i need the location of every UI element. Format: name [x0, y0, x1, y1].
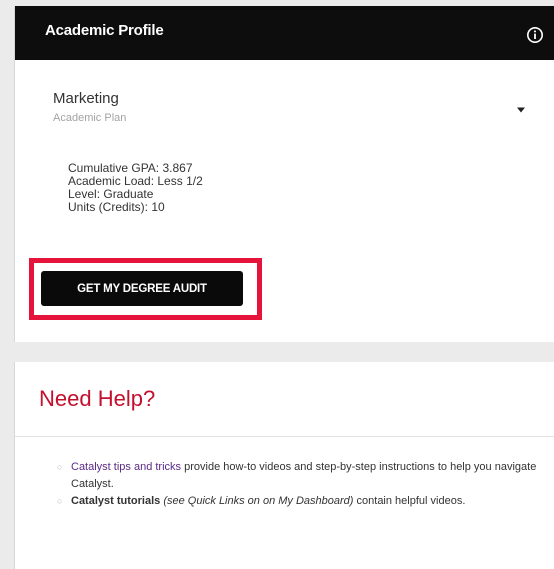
quick-links-note: (see Quick Links on on My Dashboard): [163, 495, 354, 507]
academic-profile-title: Academic Profile: [45, 22, 164, 39]
degree-audit-button[interactable]: GET MY DEGREE AUDIT: [41, 271, 243, 306]
need-help-title: Need Help?: [39, 386, 156, 411]
academic-plan-label: Academic Plan: [53, 112, 127, 124]
catalyst-tips-link[interactable]: Catalyst tips and tricks: [71, 461, 181, 473]
catalyst-tutorials-label: Catalyst tutorials: [71, 495, 161, 507]
bullet-icon: ○: [57, 462, 63, 472]
academic-profile-card: Academic Profile Marketing Academic Plan…: [14, 6, 554, 342]
academic-stats: Cumulative GPA: 3.867 Academic Load: Les…: [68, 162, 203, 214]
academic-plan-name: Marketing: [53, 90, 119, 107]
caret-down-icon[interactable]: [516, 100, 526, 113]
list-item-text: contain helpful videos.: [353, 495, 466, 507]
need-help-card: Need Help? ○ Catalyst tips and tricks pr…: [14, 362, 554, 569]
list-item: ○ Catalyst tips and tricks provide how-t…: [55, 459, 550, 493]
info-circle-icon[interactable]: [526, 26, 544, 44]
divider: [15, 436, 554, 437]
help-list: ○ Catalyst tips and tricks provide how-t…: [55, 459, 550, 510]
units-credits: Units (Credits): 10: [68, 200, 165, 214]
bullet-icon: ○: [57, 496, 63, 506]
list-item: ○ Catalyst tutorials (see Quick Links on…: [55, 493, 550, 510]
academic-profile-header: Academic Profile: [15, 6, 554, 60]
academic-plan-select[interactable]: Marketing Academic Plan: [15, 82, 554, 136]
page: Academic Profile Marketing Academic Plan…: [0, 0, 554, 569]
